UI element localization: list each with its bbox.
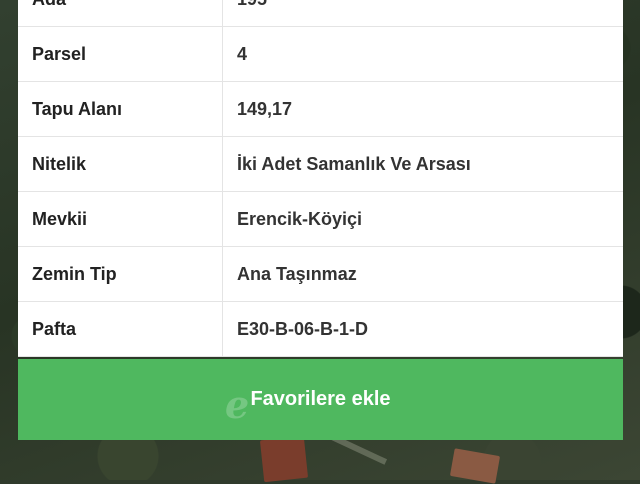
map-building bbox=[449, 448, 501, 484]
row-value: 195 bbox=[222, 0, 623, 27]
map-building bbox=[259, 435, 309, 483]
row-value: 149,17 bbox=[222, 81, 623, 137]
row-value: Ana Taşınmaz bbox=[222, 246, 623, 302]
table-row: Pafta E30-B-06-B-1-D bbox=[18, 301, 623, 357]
row-label: Ada bbox=[18, 0, 223, 27]
row-label: Tapu Alanı bbox=[18, 81, 223, 137]
row-label: Mevkii bbox=[18, 191, 223, 247]
table-row: Zemin Tip Ana Taşınmaz bbox=[18, 246, 623, 302]
table-row: Nitelik İki Adet Samanlık Ve Arsası bbox=[18, 136, 623, 192]
parcel-info-panel: Ada 195 Parsel 4 Tapu Alanı 149,17 Nitel… bbox=[18, 0, 623, 357]
row-label: Zemin Tip bbox=[18, 246, 223, 302]
row-value: Erencik-Köyiçi bbox=[222, 191, 623, 247]
table-row: Parsel 4 bbox=[18, 26, 623, 82]
row-value: İki Adet Samanlık Ve Arsası bbox=[222, 136, 623, 192]
table-row: Tapu Alanı 149,17 bbox=[18, 81, 623, 137]
row-value: E30-B-06-B-1-D bbox=[222, 301, 623, 357]
row-label: Parsel bbox=[18, 26, 223, 82]
row-label: Pafta bbox=[18, 301, 223, 357]
add-to-favorites-button[interactable]: Favorilere ekle bbox=[18, 359, 623, 440]
parcel-info-table: Ada 195 Parsel 4 Tapu Alanı 149,17 Nitel… bbox=[18, 0, 623, 357]
table-row: Ada 195 bbox=[18, 0, 623, 27]
row-label: Nitelik bbox=[18, 136, 223, 192]
row-value: 4 bbox=[222, 26, 623, 82]
watermark-logo: e bbox=[225, 382, 250, 427]
table-row: Mevkii Erencik-Köyiçi bbox=[18, 191, 623, 247]
add-to-favorites-label: Favorilere ekle bbox=[250, 388, 391, 410]
